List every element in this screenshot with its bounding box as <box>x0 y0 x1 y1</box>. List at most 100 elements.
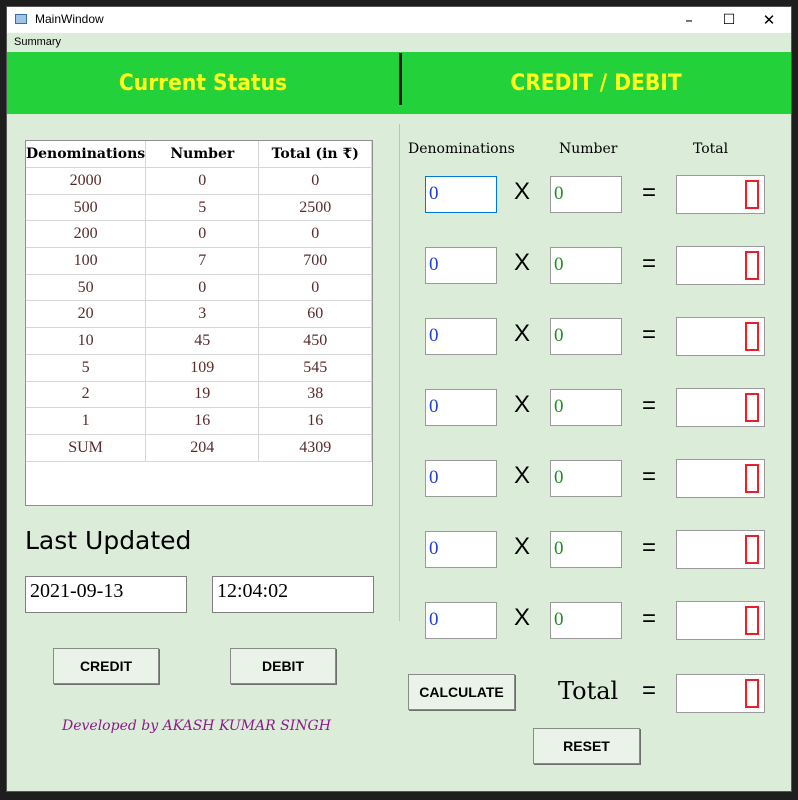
main-window: MainWindow – ☐ ✕ Summary Current Status … <box>6 6 792 792</box>
cell-denomination[interactable]: 10 <box>26 327 147 355</box>
lcd-digit: 0 <box>745 606 759 635</box>
lcd-digit: 0 <box>745 180 759 209</box>
cell-number[interactable]: 7 <box>145 247 260 275</box>
lcd-digit: 0 <box>745 251 759 280</box>
cell-total[interactable]: 545 <box>258 354 372 382</box>
denomination-input[interactable]: 0 <box>425 389 497 426</box>
cell-denomination[interactable]: 2 <box>26 381 147 409</box>
cell-denomination[interactable]: 100 <box>26 247 147 275</box>
number-input[interactable]: 0 <box>550 389 622 426</box>
cell-sum-number[interactable]: 204 <box>145 434 260 462</box>
lcd-digit-value: 0 <box>752 482 753 484</box>
equals-sign: = <box>641 463 656 490</box>
equals-sign: = <box>641 392 656 419</box>
time-field[interactable]: 12:04:02 <box>212 576 374 613</box>
cell-sum-label[interactable]: SUM <box>26 434 147 462</box>
cell-denomination[interactable]: 5 <box>26 354 147 382</box>
calculate-button[interactable]: CALCULATE <box>408 674 515 710</box>
cell-number[interactable]: 109 <box>145 354 260 382</box>
cell-number[interactable]: 0 <box>145 220 260 249</box>
cell-total[interactable]: 0 <box>258 274 372 302</box>
cell-total[interactable]: 2500 <box>258 194 372 222</box>
cell-total[interactable]: 38 <box>258 381 372 409</box>
cell-number[interactable]: 5 <box>145 194 260 222</box>
maximize-button[interactable]: ☐ <box>709 7 749 33</box>
row-total-display: 0 <box>676 530 765 569</box>
number-input[interactable]: 0 <box>550 247 622 284</box>
window-title: MainWindow <box>35 12 104 26</box>
title-bar: MainWindow – ☐ ✕ <box>7 7 791 33</box>
multiply-sign: X <box>513 462 530 489</box>
status-table: Denominations Number Total (in ₹) 2000 0 0… <box>25 140 373 506</box>
cell-denomination[interactable]: 1 <box>26 407 147 435</box>
grand-total-display: 0 <box>676 674 765 713</box>
column-header-number: Number <box>145 141 260 168</box>
cell-number[interactable]: 0 <box>145 274 260 302</box>
lcd-digit: 0 <box>745 535 759 564</box>
row-total-display: 0 <box>676 317 765 356</box>
cell-total[interactable]: 16 <box>258 407 372 435</box>
table-row: 500 5 2500 <box>26 194 372 222</box>
number-input[interactable]: 0 <box>550 460 622 497</box>
equals-sign: = <box>641 321 656 348</box>
table-row: 2000 0 0 <box>26 167 372 195</box>
row-total-display: 0 <box>676 246 765 285</box>
lcd-digit-value: 0 <box>752 553 753 555</box>
credit-debit-title: CREDIT / DEBIT <box>510 70 682 96</box>
calc-header-total: Total <box>693 141 729 157</box>
credit-button[interactable]: CREDIT <box>53 648 159 684</box>
current-status-banner: Current Status <box>7 52 399 114</box>
cell-total[interactable]: 60 <box>258 300 372 329</box>
table-row: 200 0 0 <box>26 220 372 249</box>
cell-total[interactable]: 700 <box>258 247 372 275</box>
row-total-display: 0 <box>676 388 765 427</box>
banner-divider <box>399 53 402 105</box>
lcd-digit-value: 0 <box>752 697 753 699</box>
table-row: 2 19 38 <box>26 381 372 409</box>
menu-bar: Summary <box>7 33 791 52</box>
close-button[interactable]: ✕ <box>749 7 789 33</box>
denomination-input[interactable]: 0 <box>425 531 497 568</box>
multiply-sign: X <box>513 178 530 205</box>
table-sum-row: SUM 204 4309 <box>26 434 372 462</box>
table-row: 20 3 60 <box>26 300 372 329</box>
cell-number[interactable]: 16 <box>145 407 260 435</box>
number-input[interactable]: 0 <box>550 602 622 639</box>
minimize-button[interactable]: – <box>669 7 709 33</box>
number-input[interactable]: 0 <box>550 176 622 213</box>
cell-total[interactable]: 0 <box>258 167 372 195</box>
cell-sum-total[interactable]: 4309 <box>258 434 372 462</box>
cell-denomination[interactable]: 500 <box>26 194 147 222</box>
menu-summary[interactable]: Summary <box>14 36 61 48</box>
cell-total[interactable]: 0 <box>258 220 372 249</box>
row-total-display: 0 <box>676 459 765 498</box>
number-input[interactable]: 0 <box>550 531 622 568</box>
cell-number[interactable]: 45 <box>145 327 260 355</box>
cell-denomination[interactable]: 20 <box>26 300 147 329</box>
lcd-digit-outline <box>745 606 759 635</box>
cell-number[interactable]: 3 <box>145 300 260 329</box>
lcd-digit-value: 0 <box>752 340 753 342</box>
table-row: 10 45 450 <box>26 327 372 355</box>
calc-header-number: Number <box>559 141 618 157</box>
denomination-input[interactable]: 0 <box>425 247 497 284</box>
lcd-digit: 0 <box>745 464 759 493</box>
table-row: 50 0 0 <box>26 274 372 302</box>
cell-number[interactable]: 19 <box>145 381 260 409</box>
denomination-input[interactable]: 0 <box>425 318 497 355</box>
cell-denomination[interactable]: 200 <box>26 220 147 249</box>
number-input[interactable]: 0 <box>550 318 622 355</box>
cell-denomination[interactable]: 50 <box>26 274 147 302</box>
cell-total[interactable]: 450 <box>258 327 372 355</box>
table-row: 100 7 700 <box>26 247 372 275</box>
denomination-input[interactable]: 0 <box>425 460 497 497</box>
date-field[interactable]: 2021-09-13 <box>25 576 187 613</box>
denomination-input[interactable]: 0 <box>425 176 497 213</box>
row-total-display: 0 <box>676 601 765 640</box>
debit-button[interactable]: DEBIT <box>230 648 336 684</box>
denomination-input[interactable]: 0 <box>425 602 497 639</box>
cell-number[interactable]: 0 <box>145 167 260 195</box>
lcd-digit-outline <box>745 464 759 493</box>
cell-denomination[interactable]: 2000 <box>26 167 147 195</box>
reset-button[interactable]: RESET <box>533 728 640 764</box>
